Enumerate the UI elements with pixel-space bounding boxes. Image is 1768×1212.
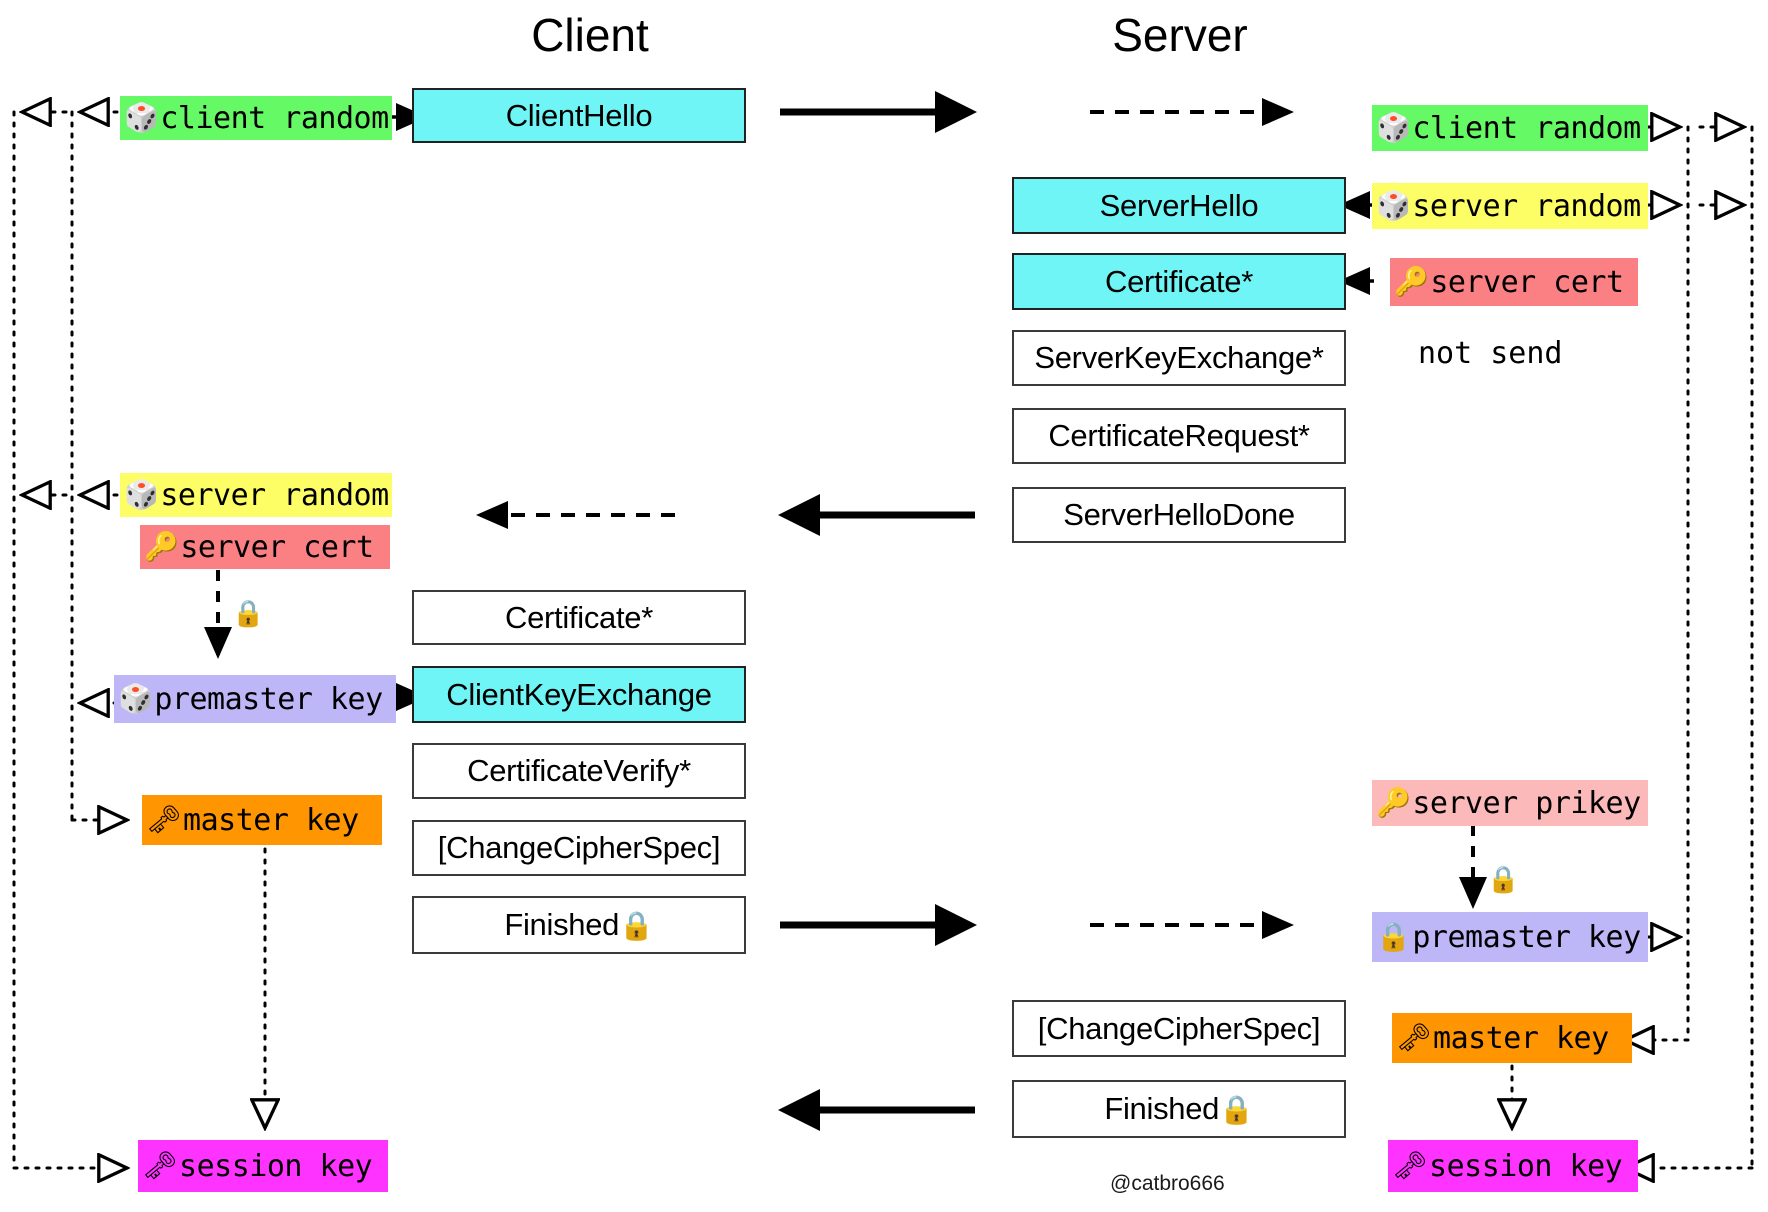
- chip-label: server random: [1412, 188, 1641, 224]
- chip-label: master key: [1433, 1020, 1609, 1056]
- msg-label: Finished: [1104, 1091, 1220, 1126]
- client-chip-premaster-key[interactable]: 🎲 premaster key: [114, 675, 396, 723]
- server-msg-serverhellodone[interactable]: ServerHelloDone: [1012, 487, 1346, 543]
- client-column-title: Client: [531, 9, 649, 61]
- lock-icon-server-decrypt: 🔒: [1487, 864, 1520, 894]
- lock-icon: 🔒: [1219, 1093, 1254, 1125]
- chip-label: server random: [160, 477, 389, 513]
- msg-label: ClientKeyExchange: [446, 676, 712, 712]
- msg-label: ServerHello: [1099, 187, 1259, 223]
- server-msg-serverhello[interactable]: ServerHello: [1012, 177, 1346, 234]
- server-chip-server-random[interactable]: 🎲 server random: [1372, 183, 1648, 229]
- old-key-icon: 🗝: [1396, 1021, 1432, 1054]
- msg-label: CertificateRequest*: [1048, 418, 1310, 453]
- chip-label: master key: [183, 802, 359, 838]
- server-chip-server-cert[interactable]: 🔑 server cert: [1390, 258, 1638, 306]
- msg-label: Finished: [504, 907, 620, 942]
- client-msg-certificateverify[interactable]: CertificateVerify*: [412, 743, 746, 799]
- msg-label: [ChangeCipherSpec]: [437, 830, 721, 865]
- key-icon: 🔑: [144, 530, 179, 563]
- chip-label: premaster key: [154, 681, 383, 717]
- chip-label: client random: [160, 100, 389, 136]
- chip-label: session key: [1429, 1148, 1623, 1184]
- chip-label: premaster key: [1412, 919, 1641, 955]
- server-chip-client-random[interactable]: 🎲 client random: [1372, 105, 1648, 151]
- msg-label: Certificate*: [1104, 263, 1253, 299]
- client-chip-server-random[interactable]: 🎲 server random: [120, 473, 392, 517]
- dice-icon: 🎲: [118, 682, 153, 715]
- msg-label: [ChangeCipherSpec]: [1037, 1010, 1321, 1046]
- key-icon: 🔑: [1394, 265, 1429, 298]
- server-chip-premaster-key[interactable]: 🔒 premaster key: [1372, 912, 1648, 962]
- client-chip-session-key[interactable]: 🗝 session key: [138, 1140, 388, 1192]
- chip-label: server cert: [180, 529, 374, 565]
- client-chip-master-key[interactable]: 🗝 master key: [142, 795, 382, 845]
- dice-icon: 🎲: [1376, 189, 1411, 222]
- key-icon: 🔑: [1376, 786, 1411, 819]
- server-msg-changecipherspec[interactable]: [ChangeCipherSpec]: [1012, 1000, 1346, 1057]
- dice-icon: 🎲: [124, 101, 159, 134]
- msg-label: Certificate*: [504, 599, 653, 635]
- lock-icon: 🔒: [1376, 920, 1411, 953]
- chip-label: server cert: [1430, 264, 1624, 300]
- client-msg-finished[interactable]: Finished 🔒: [412, 896, 746, 954]
- server-note-not-send: not send: [1418, 336, 1563, 371]
- server-msg-certificaterequest[interactable]: CertificateRequest*: [1012, 408, 1346, 464]
- server-chip-server-prikey[interactable]: 🔑 server prikey: [1372, 780, 1648, 826]
- lock-icon-client-encrypt: 🔒: [232, 598, 265, 628]
- client-msg-changecipherspec[interactable]: [ChangeCipherSpec]: [412, 820, 746, 876]
- server-chip-session-key[interactable]: 🗝 session key: [1388, 1140, 1638, 1192]
- msg-label: ClientHello: [505, 97, 653, 133]
- msg-label: ServerKeyExchange*: [1034, 340, 1324, 375]
- chip-label: server prikey: [1412, 785, 1641, 821]
- old-key-icon: 🗝: [142, 1149, 178, 1182]
- dice-icon: 🎲: [1376, 111, 1411, 144]
- client-chip-server-cert[interactable]: 🔑 server cert: [140, 525, 390, 569]
- dice-icon: 🎲: [124, 478, 159, 511]
- author-credit: @catbro666: [1110, 1172, 1225, 1195]
- server-chip-master-key[interactable]: 🗝 master key: [1392, 1013, 1632, 1063]
- msg-label: CertificateVerify*: [467, 753, 691, 788]
- old-key-icon: 🗝: [1392, 1149, 1428, 1182]
- tls-handshake-diagram: Client Server 🎲 client random 🎲 server r…: [0, 0, 1768, 1212]
- lock-icon: 🔒: [619, 909, 654, 941]
- server-msg-serverkeyexchange[interactable]: ServerKeyExchange*: [1012, 330, 1346, 386]
- msg-label: ServerHelloDone: [1063, 497, 1295, 532]
- server-msg-finished[interactable]: Finished 🔒: [1012, 1080, 1346, 1138]
- old-key-icon: 🗝: [146, 803, 182, 836]
- client-msg-clientkeyexchange[interactable]: ClientKeyExchange: [412, 666, 746, 723]
- client-chip-client-random[interactable]: 🎲 client random: [120, 96, 392, 140]
- server-msg-certificate[interactable]: Certificate*: [1012, 253, 1346, 310]
- client-msg-clienthello[interactable]: ClientHello: [412, 88, 746, 143]
- chip-label: session key: [179, 1148, 373, 1184]
- chip-label: client random: [1412, 110, 1641, 146]
- client-msg-certificate[interactable]: Certificate*: [412, 590, 746, 645]
- server-column-title: Server: [1112, 9, 1248, 61]
